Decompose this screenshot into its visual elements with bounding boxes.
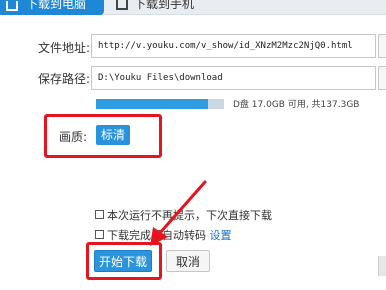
- annotation-arrow-icon: [150, 180, 207, 246]
